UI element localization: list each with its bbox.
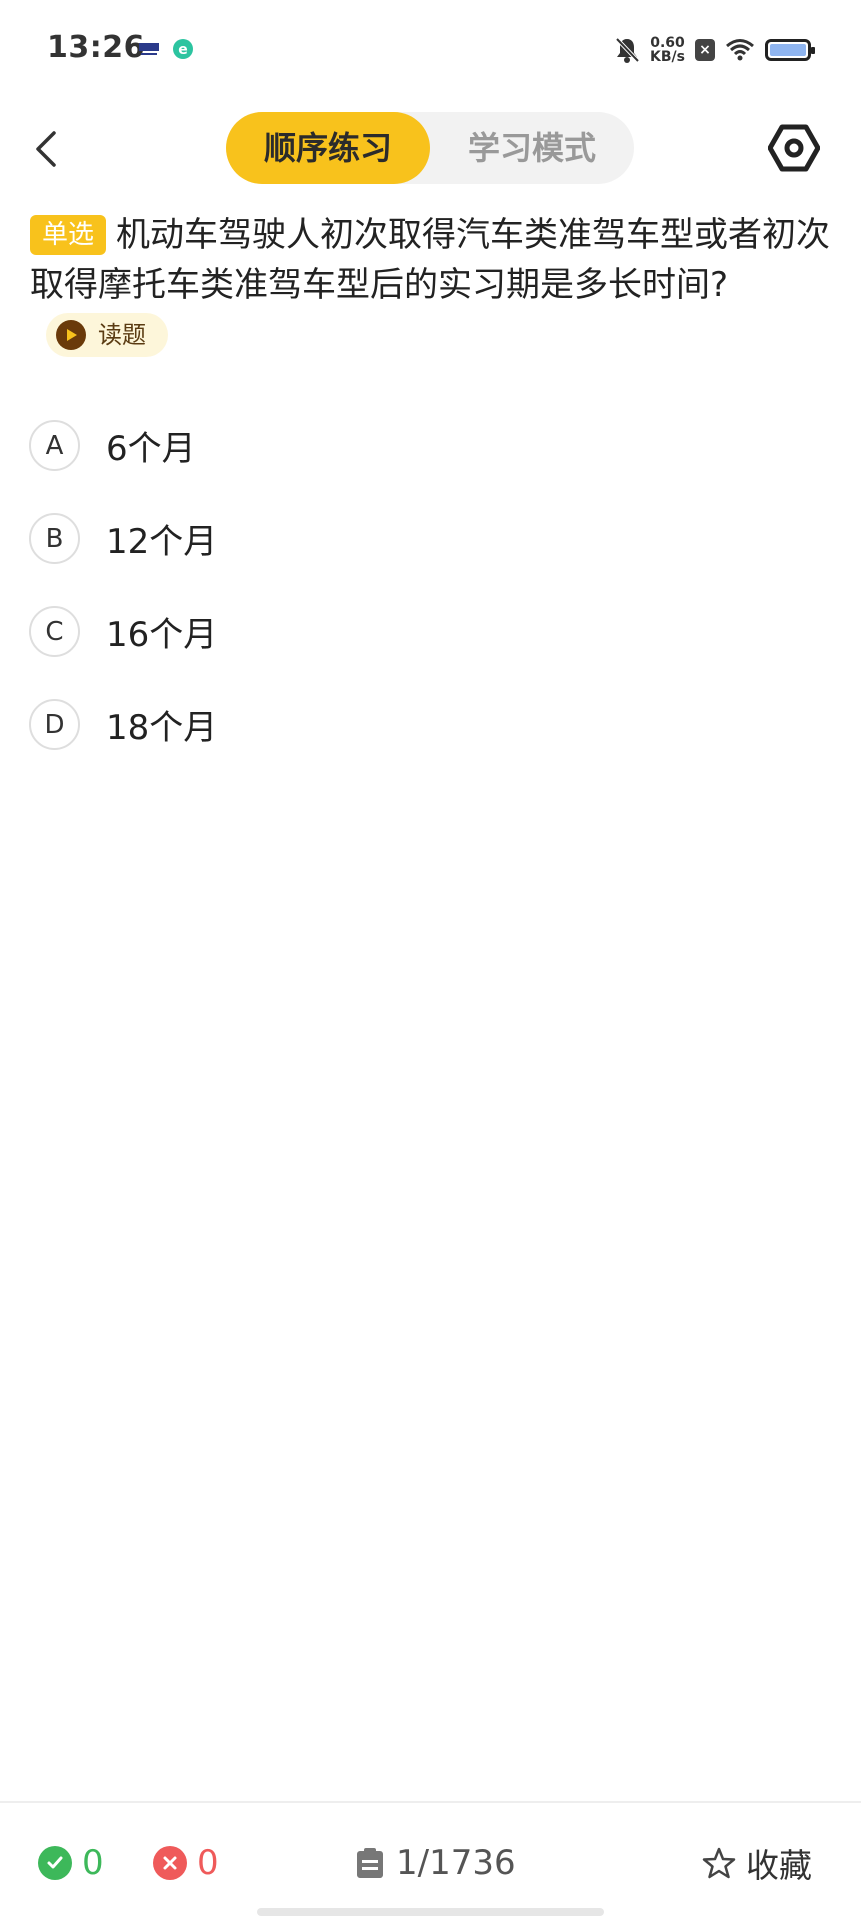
option-c[interactable]: C 16个月 xyxy=(29,604,829,659)
chevron-left-icon xyxy=(36,131,56,167)
home-indicator[interactable] xyxy=(257,1908,604,1916)
app-notification-icon xyxy=(139,43,159,55)
close-box-icon: × xyxy=(695,39,715,61)
wrong-count-value: 0 xyxy=(197,1843,219,1883)
option-text: 16个月 xyxy=(106,615,218,655)
wrong-count: 0 xyxy=(153,1841,219,1885)
question-text: 机动车驾驶人初次取得汽车类准驾车型或者初次取得摩托车类准驾车型后的实习期是多长时… xyxy=(30,215,831,305)
x-circle-icon xyxy=(153,1846,187,1880)
battery-icon xyxy=(765,39,815,61)
network-speed: 0.60 KB/s xyxy=(650,36,685,64)
option-b[interactable]: B 12个月 xyxy=(29,511,829,566)
option-letter: C xyxy=(29,606,80,657)
play-icon xyxy=(56,320,86,350)
option-text: 18个月 xyxy=(106,708,218,748)
mode-switch: 顺序练习 学习模式 xyxy=(226,112,634,184)
answer-options: A 6个月 B 12个月 C 16个月 D 18个月 xyxy=(29,418,829,790)
favorite-button[interactable]: 收藏 xyxy=(702,1841,812,1885)
option-a[interactable]: A 6个月 xyxy=(29,418,829,473)
status-right-group: 0.60 KB/s × xyxy=(614,32,815,68)
correct-count-value: 0 xyxy=(82,1843,104,1883)
question-list-icon xyxy=(357,1848,383,1878)
status-bar: 13:26 e 0.60 KB/s × xyxy=(0,0,861,100)
bottom-bar: 0 0 1/1736 收藏 xyxy=(0,1801,861,1922)
tab-study-mode[interactable]: 学习模式 xyxy=(430,112,634,184)
option-letter: D xyxy=(29,699,80,750)
option-text: 12个月 xyxy=(106,522,218,562)
star-icon xyxy=(702,1847,736,1879)
network-speed-value: 0.60 xyxy=(650,35,685,51)
favorite-label: 收藏 xyxy=(746,1846,812,1885)
mute-icon xyxy=(615,37,640,63)
progress-text: 1/1736 xyxy=(396,1843,516,1883)
network-speed-unit: KB/s xyxy=(650,49,685,65)
gear-icon xyxy=(768,124,820,172)
question-progress-button[interactable]: 1/1736 xyxy=(356,1841,516,1885)
option-letter: B xyxy=(29,513,80,564)
tab-sequential-practice[interactable]: 顺序练习 xyxy=(226,112,430,184)
wifi-icon xyxy=(726,39,754,61)
check-circle-icon xyxy=(38,1846,72,1880)
option-letter: A xyxy=(29,420,80,471)
back-button[interactable] xyxy=(26,124,66,174)
correct-count: 0 xyxy=(38,1841,104,1885)
browser-notification-icon: e xyxy=(173,39,193,59)
option-text: 6个月 xyxy=(106,429,196,469)
settings-button[interactable] xyxy=(766,120,822,176)
question: 单选 机动车驾驶人初次取得汽车类准驾车型或者初次取得摩托车类准驾车型后的实习期是多… xyxy=(30,210,830,360)
status-time: 13:26 xyxy=(47,30,145,65)
read-question-label: 读题 xyxy=(98,321,146,349)
option-d[interactable]: D 18个月 xyxy=(29,697,829,752)
svg-text:e: e xyxy=(178,42,188,58)
question-type-badge: 单选 xyxy=(30,215,107,255)
read-question-button[interactable]: 读题 xyxy=(46,313,168,357)
